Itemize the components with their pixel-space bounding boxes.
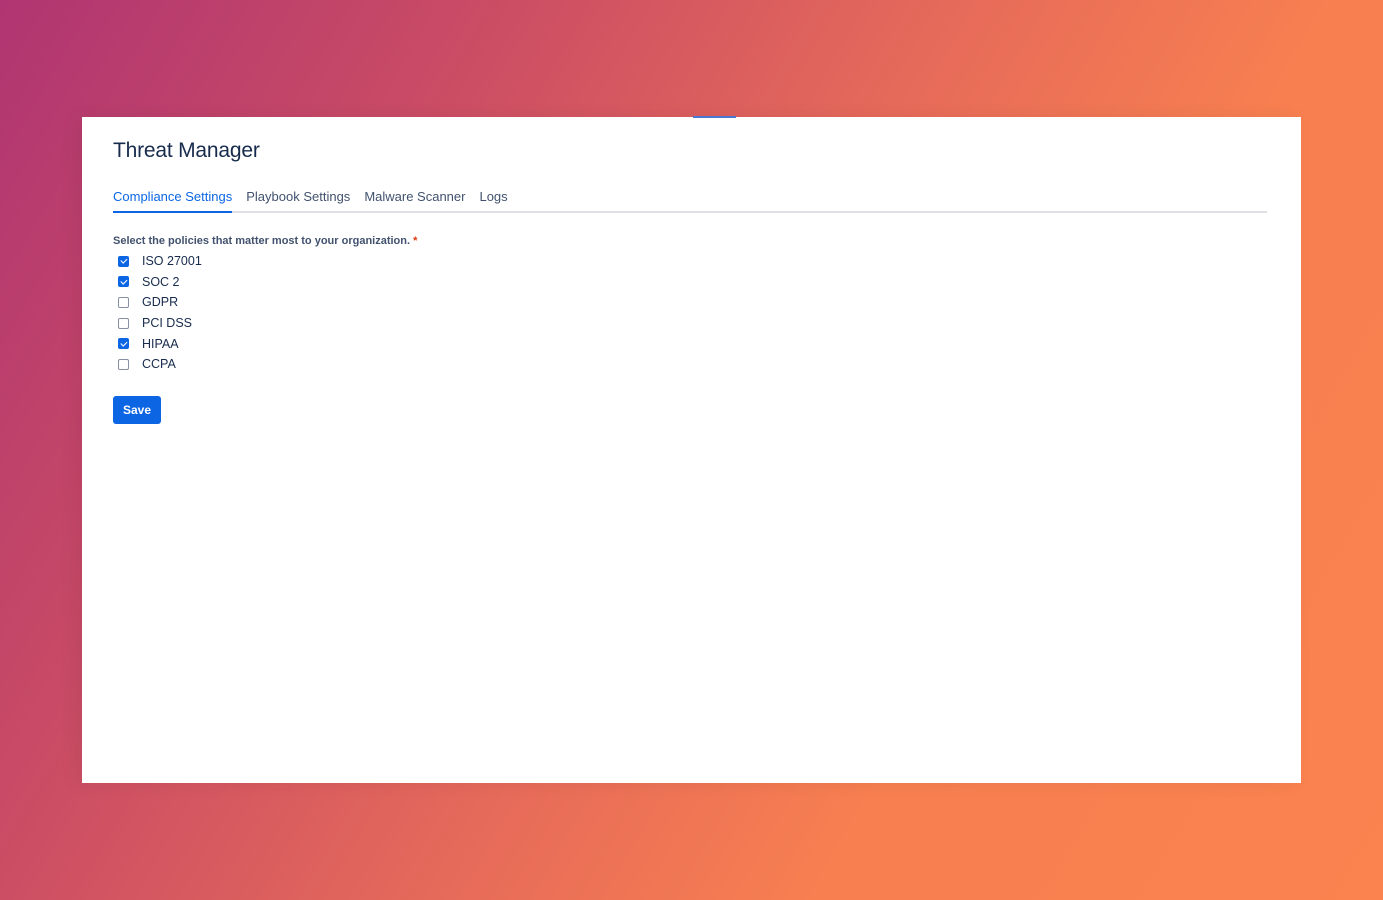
policy-option-label: PCI DSS [142, 316, 193, 331]
policy-option-gdpr[interactable]: GDPR [118, 292, 202, 313]
policy-option-iso-27001[interactable]: ISO 27001 [118, 251, 202, 272]
policy-option-pci-dss[interactable]: PCI DSS [118, 313, 202, 334]
top-indicator [693, 116, 736, 118]
page-title: Threat Manager [113, 139, 260, 162]
policy-checkbox[interactable] [118, 317, 129, 329]
policy-checkbox[interactable] [118, 276, 129, 288]
policy-checkbox[interactable] [118, 296, 129, 308]
policy-checkbox[interactable] [118, 255, 129, 267]
policy-option-label: HIPAA [142, 336, 179, 351]
policies-field-label: Select the policies that matter most to … [113, 235, 417, 247]
policies-label-text: Select the policies that matter most to … [113, 235, 411, 247]
tab-playbook-settings[interactable]: Playbook Settings [246, 187, 350, 211]
policy-option-label: GDPR [142, 295, 179, 310]
policy-option-ccpa[interactable]: CCPA [118, 354, 202, 375]
policy-checkbox-list: ISO 27001 SOC 2 GDPR PCI DSS HIPAA CCPA [118, 251, 202, 375]
required-marker: * [413, 235, 418, 247]
policy-option-label: ISO 27001 [142, 254, 202, 269]
policy-option-label: SOC 2 [142, 274, 180, 289]
main-panel: Threat Manager Compliance Settings Playb… [82, 116, 1301, 783]
tab-malware-scanner[interactable]: Malware Scanner [364, 187, 465, 211]
tab-logs[interactable]: Logs [479, 187, 507, 211]
tab-compliance-settings[interactable]: Compliance Settings [113, 187, 233, 213]
policy-checkbox[interactable] [118, 338, 129, 350]
policy-checkbox[interactable] [118, 358, 129, 370]
tab-bar: Compliance Settings Playbook Settings Ma… [113, 187, 1267, 213]
save-button[interactable]: Save [113, 396, 161, 424]
policy-option-label: CCPA [142, 357, 176, 372]
policy-option-soc-2[interactable]: SOC 2 [118, 272, 202, 293]
policy-option-hipaa[interactable]: HIPAA [118, 333, 202, 354]
